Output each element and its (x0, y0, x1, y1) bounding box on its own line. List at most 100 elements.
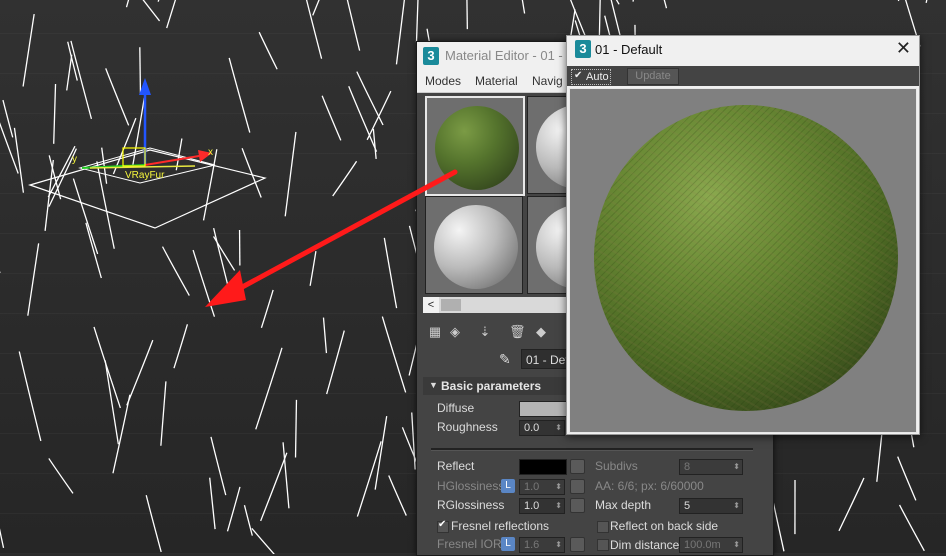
fur-strand (382, 317, 405, 393)
fur-strand (389, 476, 407, 516)
fur-strand (28, 243, 39, 315)
fur-strand (327, 331, 345, 395)
fur-strand (323, 318, 326, 353)
fur-strand (322, 96, 341, 141)
fresnel-checkbox[interactable] (437, 521, 449, 533)
fur-strand (283, 442, 289, 508)
fur-strand (898, 457, 916, 501)
subdivs-spinner[interactable]: 8⬍ (679, 459, 743, 475)
reflect-color-swatch[interactable] (519, 459, 567, 475)
reflect-label: Reflect (437, 459, 474, 473)
fresnel-ior-value: 1.6 (524, 539, 539, 551)
fur-strand (601, 0, 619, 4)
grass-texture-overlay (594, 105, 898, 411)
max-depth-spinner[interactable]: 5⬍ (679, 498, 743, 514)
update-button[interactable]: Update (627, 68, 679, 85)
fresnel-ior-map-button[interactable] (570, 537, 585, 552)
fur-strand (357, 441, 381, 516)
fur-strand (229, 58, 250, 133)
hglossiness-spinner[interactable]: 1.0⬍ (519, 479, 565, 495)
menu-navigation[interactable]: Navig (532, 74, 563, 88)
dim-distance-checkbox[interactable] (597, 539, 609, 551)
fur-strand (296, 400, 297, 458)
reflect-map-button[interactable] (570, 459, 585, 474)
rglossiness-spinner[interactable]: 1.0⬍ (519, 498, 565, 514)
fur-strand (214, 236, 235, 270)
axis-x-label: x (208, 147, 213, 158)
fur-strand (102, 148, 107, 184)
fur-strand (926, 0, 934, 3)
sample-slot-3[interactable] (425, 196, 523, 294)
menu-material[interactable]: Material (475, 74, 518, 88)
menu-modes[interactable]: Modes (425, 74, 461, 88)
fur-strand (54, 84, 56, 144)
fur-strand (127, 340, 153, 405)
preview-title: 01 - Default (595, 42, 662, 57)
hglossiness-value: 1.0 (524, 481, 539, 493)
get-material-icon[interactable]: ▦ (427, 324, 443, 340)
fur-strand (888, 0, 898, 1)
preview-toolbar: ✔ Auto Update (567, 66, 919, 86)
hglossiness-lock-button[interactable]: L (501, 479, 515, 493)
fur-strand (133, 98, 145, 167)
fur-strand (900, 505, 925, 551)
scroll-left-icon[interactable]: < (423, 297, 439, 313)
fur-strand (252, 528, 279, 554)
fur-strand (333, 161, 357, 196)
slots-scrollbar[interactable]: < (423, 297, 573, 313)
window-title: Material Editor - 01 - (445, 48, 563, 63)
fur-strand (0, 481, 4, 548)
hglossiness-map-button[interactable] (570, 479, 585, 494)
fur-strand (23, 14, 34, 86)
diffuse-color-swatch[interactable] (519, 401, 567, 417)
dim-distance-value: 100.0m (684, 539, 721, 551)
dim-distance-label: Dim distance (610, 538, 679, 552)
rollout-collapse-icon: ▼ (429, 380, 438, 390)
roughness-spinner[interactable]: 0.0⬍ (519, 420, 565, 436)
rglossiness-map-button[interactable] (570, 498, 585, 513)
eyedropper-icon[interactable]: ✎ (499, 351, 515, 367)
subdivs-value: 8 (684, 461, 690, 473)
fur-strand (227, 487, 239, 531)
transform-gizmo[interactable] (30, 78, 265, 228)
put-to-scene-icon[interactable]: ◈ (447, 324, 463, 340)
delete-icon[interactable]: 🗑 (509, 324, 525, 340)
assign-material-icon[interactable]: ⇣ (477, 324, 493, 340)
fresnel-ior-spinner[interactable]: 1.6⬍ (519, 537, 565, 553)
fresnel-label: Fresnel reflections (451, 519, 549, 533)
fresnel-ior-lock-button[interactable]: L (501, 537, 515, 551)
fur-strand (412, 412, 415, 469)
reflect-back-label: Reflect on back side (610, 519, 718, 533)
reflect-back-checkbox[interactable] (597, 521, 609, 533)
auto-checkbox[interactable]: ✔ Auto (571, 69, 611, 85)
grey-sphere-thumb (434, 205, 518, 289)
fur-strand (375, 416, 387, 490)
dim-distance-spinner[interactable]: 100.0m⬍ (679, 537, 743, 553)
check-icon: ✔ (574, 70, 582, 81)
subdivs-label: Subdivs (595, 459, 638, 473)
fur-strand (86, 223, 101, 278)
fur-strand (161, 381, 166, 445)
fur-strand (345, 0, 360, 51)
max-depth-value: 5 (684, 500, 690, 512)
section-divider (431, 448, 753, 451)
fur-strand (106, 68, 129, 125)
fur-strand (163, 247, 190, 296)
fur-strand (19, 351, 41, 440)
fur-strand (396, 0, 404, 64)
fur-strand (310, 251, 316, 286)
sample-slot-1[interactable] (425, 96, 525, 196)
fur-strand (49, 458, 73, 493)
fur-strand (140, 47, 141, 94)
close-icon[interactable]: ✕ (896, 38, 911, 59)
fur-strand (210, 478, 215, 529)
fur-strand (214, 228, 230, 292)
preview-render (569, 88, 917, 433)
aa-info: AA: 6/6; px: 6/60000 (595, 479, 704, 493)
rollout-title: Basic parameters (441, 379, 541, 393)
fresnel-ior-label: Fresnel IOR (437, 537, 502, 551)
fur-strand (313, 0, 327, 15)
material-preview-window[interactable]: 3 01 - Default ✕ ✔ Auto Update (566, 35, 920, 435)
make-unique-icon[interactable]: ◆ (533, 324, 549, 340)
scroll-thumb[interactable] (441, 299, 461, 311)
